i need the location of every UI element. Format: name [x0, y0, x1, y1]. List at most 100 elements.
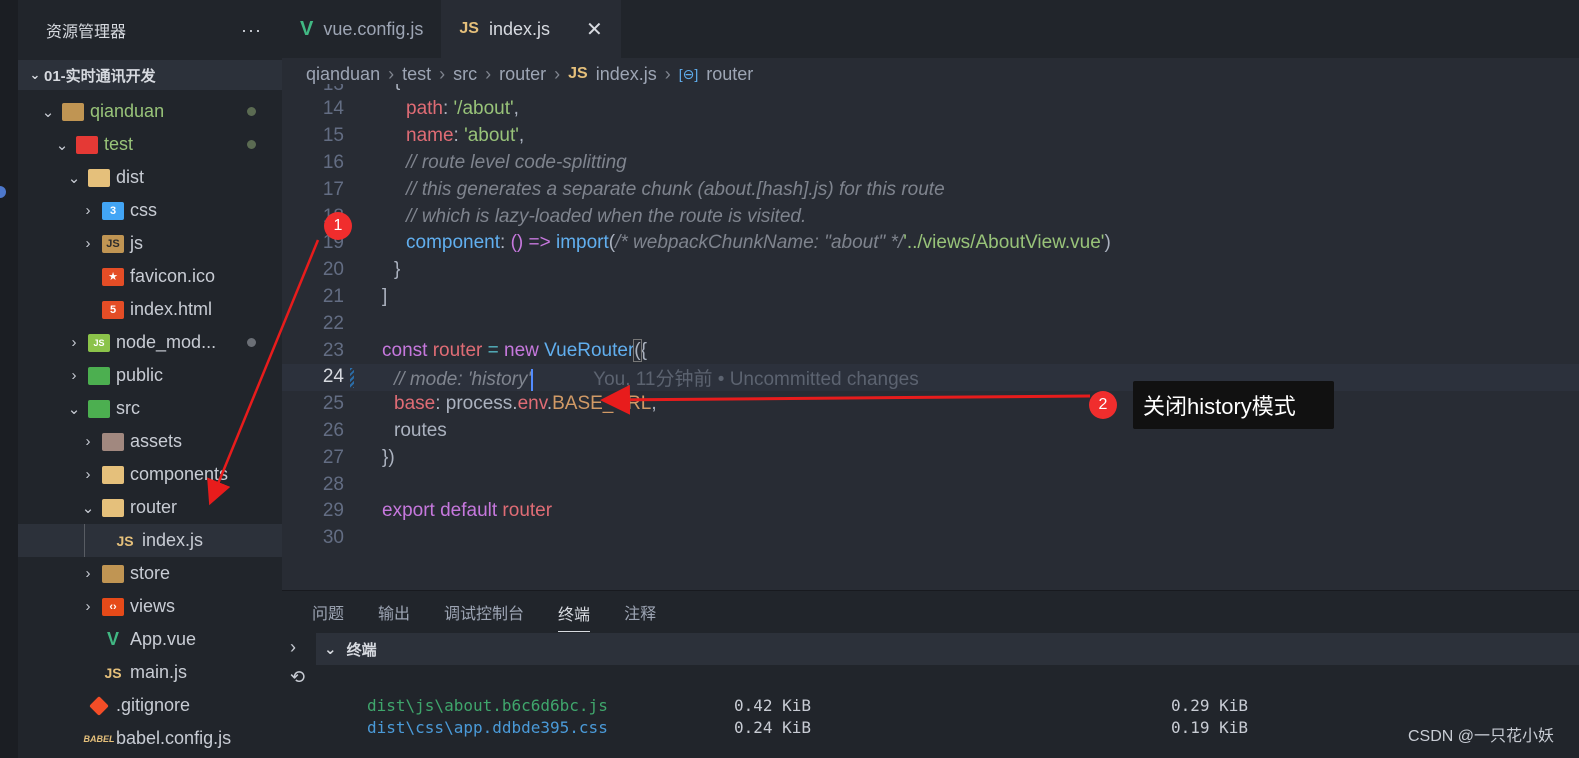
line-number: 16 — [322, 151, 344, 173]
code-editor[interactable]: 13{ 14path: '/about', 15name: 'about', 1… — [282, 84, 1579, 552]
chevron-down-icon: ⌄ — [67, 400, 81, 418]
tree-item-test[interactable]: ⌄ test — [18, 128, 282, 161]
code-line: 15 name: 'about', — [282, 123, 1579, 150]
vue-file-icon: V — [300, 17, 314, 40]
tab-debug-console[interactable]: 调试控制台 — [444, 600, 524, 624]
chevron-right-icon: › — [85, 466, 91, 483]
explorer-header: 资源管理器 ··· — [18, 0, 282, 60]
folder-open-icon — [62, 102, 84, 121]
terminal-header[interactable]: ⌄ 终端 — [316, 633, 1579, 665]
tab-terminal[interactable]: 终端 — [558, 601, 591, 632]
git-status-dot — [247, 140, 256, 149]
code-comment: // route level code-splitting — [406, 151, 627, 173]
tree-item-router[interactable]: ⌄ router — [18, 491, 282, 524]
chevron-down-icon: ⌄ — [55, 136, 69, 154]
code-line: 16 // route level code-splitting — [282, 150, 1579, 177]
tree-item-node-modules[interactable]: › JS node_mod... — [18, 326, 282, 359]
chevron-right-icon: › — [85, 565, 91, 582]
history-icon[interactable]: ⟲ — [290, 667, 305, 688]
code-line: 20} — [282, 257, 1579, 284]
chevron-right-icon: › — [85, 202, 91, 219]
breadcrumb-item[interactable]: src — [453, 64, 477, 85]
tab-label: index.js — [488, 18, 551, 39]
terminal-output[interactable]: dist\js\about.b6c6d6bc.js 0.42 KiB 0.29 … — [367, 695, 1248, 739]
tree-item-label: js — [130, 233, 143, 253]
tree-item-dist[interactable]: ⌄ dist — [18, 161, 282, 194]
tree-item-router-index-js[interactable]: JS index.js — [18, 524, 282, 557]
code-line: 30 — [282, 525, 1579, 552]
css-folder-icon: 3 — [102, 201, 124, 220]
tab-index-js[interactable]: JS index.js ✕ — [441, 0, 621, 58]
tree-item-assets[interactable]: › assets — [18, 425, 282, 458]
tree-item-src[interactable]: ⌄ src — [18, 392, 282, 425]
breadcrumb-item[interactable]: index.js — [596, 64, 657, 85]
panel-side-actions: › ⟲ — [282, 633, 316, 758]
breadcrumb-item[interactable]: router — [499, 64, 546, 85]
code-key: base — [394, 393, 436, 415]
code-property: env — [517, 393, 547, 415]
modified-indicator — [350, 367, 354, 388]
tree-item-label: index.js — [142, 530, 204, 550]
accounts-indicator[interactable] — [0, 186, 6, 198]
chevron-down-icon: ⌄ — [324, 641, 337, 658]
code-string: 'about' — [464, 125, 519, 147]
editor-area: V vue.config.js JS index.js ✕ qianduan ›… — [282, 0, 1579, 590]
annotation-badge-1: 1 — [324, 212, 352, 240]
tree-item-gitignore[interactable]: .gitignore — [18, 689, 282, 722]
tree-item-label: assets — [130, 431, 183, 451]
js-file-icon: JS — [459, 20, 479, 37]
symbol-variable-icon: [⊖] — [678, 65, 699, 82]
close-icon[interactable]: ✕ — [586, 17, 603, 42]
tree-item-components[interactable]: › components — [18, 458, 282, 491]
text-cursor — [531, 368, 534, 391]
line-number: 23 — [322, 339, 344, 361]
tab-output[interactable]: 输出 — [378, 600, 410, 624]
tree-item-app-vue[interactable]: V App.vue — [18, 623, 282, 656]
chevron-right-icon[interactable]: › — [290, 637, 296, 658]
tree-item-views[interactable]: › ‹› views — [18, 590, 282, 623]
tree-item-main-js[interactable]: JS main.js — [18, 656, 282, 689]
chevron-right-icon: › — [85, 235, 91, 252]
tree-item-label: main.js — [130, 662, 188, 682]
js-file-icon: JS — [568, 65, 588, 82]
chevron-right-icon: › — [71, 334, 77, 351]
code-class: VueRouter — [544, 339, 635, 361]
tree-item-js[interactable]: › JS js — [18, 227, 282, 260]
line-number: 27 — [322, 446, 344, 468]
breadcrumb-item[interactable]: qianduan — [306, 64, 380, 85]
terminal-gzip: 0.19 KiB — [1171, 718, 1249, 737]
code-line: 14 path: '/about', — [282, 96, 1579, 123]
git-file-icon — [89, 695, 109, 716]
tree-item-store[interactable]: › store — [18, 557, 282, 590]
tab-comments[interactable]: 注释 — [624, 600, 656, 624]
tree-item-css[interactable]: › 3 css — [18, 194, 282, 227]
code-variable: router — [502, 500, 553, 522]
code-key: path — [406, 98, 443, 120]
chevron-down-icon: ⌄ — [81, 499, 95, 517]
tab-vue-config[interactable]: V vue.config.js — [282, 0, 441, 58]
tree-item-babel-config[interactable]: BABEL babel.config.js — [18, 722, 282, 755]
line-number: 28 — [322, 473, 344, 495]
tree-item-public[interactable]: › public — [18, 359, 282, 392]
tree-item-favicon[interactable]: ★ favicon.ico — [18, 260, 282, 293]
tree-item-qianduan[interactable]: ⌄ qianduan — [18, 95, 282, 128]
code-key: component — [406, 232, 501, 254]
chevron-right-icon: › — [85, 598, 91, 615]
workspace-section[interactable]: ⌄ 01-实时通讯开发 — [18, 60, 282, 90]
breadcrumb-item[interactable]: test — [402, 64, 431, 85]
tree-item-label: qianduan — [90, 101, 165, 121]
code-keyword: new — [504, 339, 539, 361]
more-actions-icon[interactable]: ··· — [241, 20, 262, 41]
annotation-badge-2: 2 — [1089, 391, 1117, 419]
terminal-title: 终端 — [346, 641, 377, 659]
breadcrumb-item[interactable]: router — [706, 64, 753, 85]
file-tree: ⌄ qianduan ⌄ test ⌄ dist › 3 css › JS js… — [18, 95, 282, 755]
code-line: 23 const router = new VueRouter({ — [282, 337, 1579, 364]
tree-item-index-html[interactable]: 5 index.html — [18, 293, 282, 326]
line-number: 25 — [322, 393, 344, 415]
line-number: 29 — [322, 500, 344, 522]
code-line-current: 24 // mode: 'history' You, 11分钟前 • Uncommi… — [282, 363, 1579, 391]
tab-problems[interactable]: 问题 — [312, 600, 344, 624]
terminal-gzip: 0.29 KiB — [1171, 696, 1249, 715]
git-blame-annotation: You, 11分钟前 • Uncommitted changes — [593, 368, 919, 390]
